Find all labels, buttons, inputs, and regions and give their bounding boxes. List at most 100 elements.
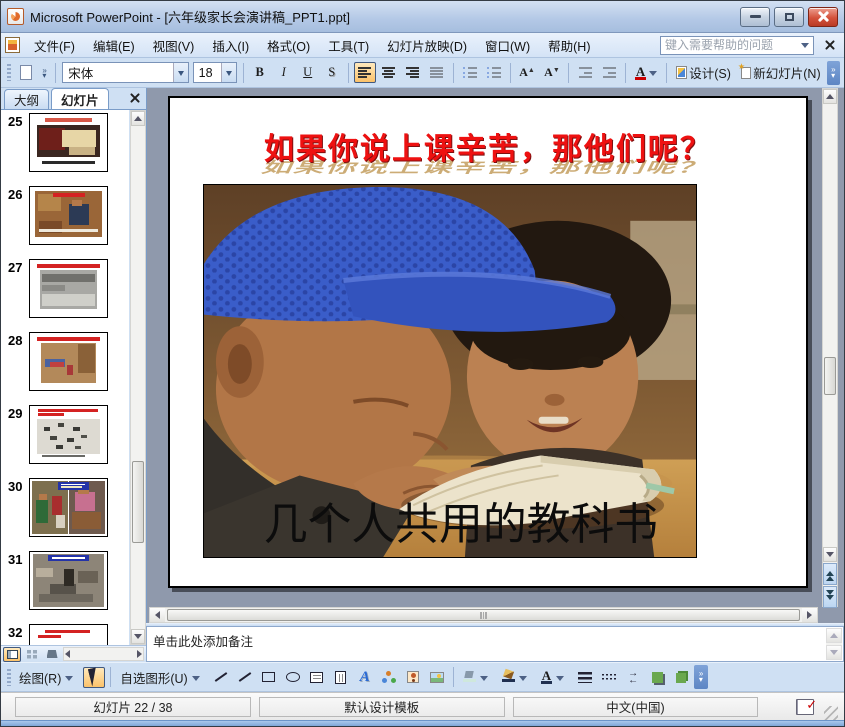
autoshapes-button[interactable]: 自选图形(U) bbox=[116, 667, 207, 688]
menu-edit[interactable]: 编辑(E) bbox=[85, 33, 143, 58]
underline-button[interactable]: U bbox=[297, 62, 319, 83]
slide-thumbnail-31[interactable] bbox=[29, 551, 108, 610]
italic-button[interactable]: I bbox=[273, 62, 295, 83]
justify-button[interactable] bbox=[426, 62, 448, 83]
editor-vertical-scrollbar[interactable] bbox=[822, 88, 838, 608]
select-objects-button[interactable] bbox=[83, 666, 106, 688]
notes-placeholder-text[interactable]: 单击此处添加备注 bbox=[153, 631, 253, 650]
decrease-font-button[interactable]: A▼ bbox=[540, 62, 563, 83]
scroll-down-button[interactable] bbox=[131, 629, 145, 644]
shadow-style-button[interactable] bbox=[646, 667, 668, 688]
menu-help[interactable]: 帮助(H) bbox=[540, 33, 598, 58]
menu-view[interactable]: 视图(V) bbox=[145, 33, 203, 58]
menu-insert[interactable]: 插入(I) bbox=[204, 33, 257, 58]
toolbar-overflow-button[interactable]: » ▾ bbox=[39, 66, 50, 79]
dash-style-button[interactable] bbox=[598, 667, 620, 688]
new-slide-button[interactable]: 新幻灯片(N) bbox=[737, 62, 825, 83]
chevron-down-icon[interactable] bbox=[479, 676, 488, 685]
slide-photo[interactable]: 几个人共用的教科书 bbox=[203, 184, 697, 558]
arrow-style-button[interactable]: → ← bbox=[622, 667, 644, 688]
new-presentation-button[interactable] bbox=[15, 62, 37, 83]
line-style-button[interactable] bbox=[574, 667, 596, 688]
align-center-button[interactable] bbox=[378, 62, 400, 83]
toolbar-grip[interactable] bbox=[7, 64, 11, 81]
scroll-left-button[interactable] bbox=[150, 608, 165, 622]
toolbar-grip[interactable] bbox=[7, 668, 11, 686]
font-color-button[interactable]: A bbox=[631, 62, 660, 83]
thumbnail-scrollbar[interactable] bbox=[130, 110, 146, 645]
chevron-down-icon[interactable] bbox=[518, 676, 527, 685]
chevron-down-icon[interactable] bbox=[172, 63, 188, 82]
minimize-button[interactable] bbox=[740, 6, 770, 27]
chevron-down-icon[interactable] bbox=[801, 42, 809, 52]
scroll-up-button[interactable] bbox=[823, 89, 837, 104]
panel-close-button[interactable] bbox=[127, 90, 144, 107]
toolbar-options-button[interactable]: » ▾ bbox=[826, 60, 840, 85]
insert-picture-button[interactable] bbox=[426, 667, 448, 688]
chevron-down-icon[interactable] bbox=[220, 63, 236, 82]
menu-window[interactable]: 窗口(W) bbox=[477, 33, 538, 58]
decrease-indent-button[interactable] bbox=[574, 62, 596, 83]
help-search-input[interactable] bbox=[661, 36, 799, 54]
notes-pane[interactable]: 单击此处添加备注 bbox=[146, 626, 844, 662]
slide-title-textbox[interactable]: 如果你说上课辛苦，那他们呢？ 如果你说上课辛苦，那他们呢？ bbox=[170, 124, 806, 176]
previous-slide-button[interactable] bbox=[823, 563, 837, 585]
line-tool-button[interactable] bbox=[210, 667, 232, 688]
text-shadow-button[interactable]: S bbox=[321, 62, 343, 83]
line-color-button[interactable] bbox=[498, 667, 535, 688]
restore-button[interactable] bbox=[774, 6, 804, 27]
bold-button[interactable]: B bbox=[249, 62, 271, 83]
scrollbar-thumb[interactable] bbox=[132, 461, 144, 543]
document-close-button[interactable] bbox=[820, 35, 840, 55]
oval-tool-button[interactable] bbox=[282, 667, 304, 688]
panel-horizontal-scrollbar[interactable] bbox=[63, 647, 144, 661]
tab-outline[interactable]: 大纲 bbox=[4, 89, 50, 109]
tab-slides[interactable]: 幻灯片 bbox=[51, 88, 109, 109]
align-right-button[interactable] bbox=[402, 62, 424, 83]
numbering-button[interactable] bbox=[459, 62, 481, 83]
slide-design-button[interactable]: 设计(S) bbox=[672, 62, 735, 83]
font-name-select[interactable]: 宋体 bbox=[62, 62, 189, 83]
resize-grip[interactable] bbox=[824, 706, 839, 720]
fill-color-button[interactable] bbox=[459, 667, 496, 688]
chevron-down-icon[interactable] bbox=[556, 676, 565, 685]
scrollbar-thumb[interactable] bbox=[167, 609, 800, 621]
editor-horizontal-scrollbar[interactable] bbox=[149, 607, 818, 623]
diagram-button[interactable] bbox=[378, 667, 400, 688]
textbox-tool-button[interactable] bbox=[306, 667, 328, 688]
wordart-button[interactable]: A bbox=[354, 667, 376, 688]
rectangle-tool-button[interactable] bbox=[258, 667, 280, 688]
menu-format[interactable]: 格式(O) bbox=[259, 33, 318, 58]
slide-thumbnail-30[interactable] bbox=[29, 478, 108, 537]
vertical-textbox-button[interactable] bbox=[330, 667, 352, 688]
3d-style-button[interactable] bbox=[670, 667, 692, 688]
menu-slideshow[interactable]: 幻灯片放映(D) bbox=[379, 33, 475, 58]
draw-menu-button[interactable]: 绘图(R) bbox=[15, 667, 81, 688]
increase-indent-button[interactable] bbox=[598, 62, 620, 83]
scroll-up-button[interactable] bbox=[131, 111, 145, 126]
close-button[interactable] bbox=[808, 6, 838, 27]
toolbar-options-button[interactable]: » ▾ bbox=[694, 665, 709, 689]
slide-thumbnail-32[interactable] bbox=[29, 624, 108, 645]
slide-canvas[interactable]: 如果你说上课辛苦，那他们呢？ 如果你说上课辛苦，那他们呢？ 几个人共用的教科书 bbox=[168, 96, 808, 588]
font-color-button[interactable]: A bbox=[537, 667, 572, 688]
slideshow-view-button[interactable] bbox=[43, 647, 61, 662]
slide-thumbnail-25[interactable] bbox=[29, 113, 108, 172]
scroll-up-button[interactable] bbox=[826, 628, 842, 643]
slide-thumbnail-27[interactable] bbox=[29, 259, 108, 318]
next-slide-button[interactable] bbox=[823, 586, 837, 608]
slide-thumbnail-26[interactable] bbox=[29, 186, 108, 245]
titlebar[interactable]: Microsoft PowerPoint - [六年级家长会演讲稿_PPT1.p… bbox=[1, 1, 844, 33]
slide-editor[interactable]: 如果你说上课辛苦，那他们呢？ 如果你说上课辛苦，那他们呢？ 几个人共用的教科书 bbox=[146, 88, 844, 623]
scroll-down-button[interactable] bbox=[826, 645, 842, 660]
increase-font-button[interactable]: A▲ bbox=[516, 62, 539, 83]
font-size-select[interactable]: 18 bbox=[192, 62, 237, 83]
normal-view-button[interactable] bbox=[3, 646, 21, 662]
menu-file[interactable]: 文件(F) bbox=[26, 33, 83, 58]
scrollbar-thumb[interactable] bbox=[824, 357, 836, 395]
slide-thumbnail-28[interactable] bbox=[29, 332, 108, 391]
photo-caption[interactable]: 几个人共用的教科书 bbox=[264, 501, 658, 549]
bullets-button[interactable] bbox=[483, 62, 505, 83]
scroll-down-button[interactable] bbox=[823, 547, 837, 562]
slide-sorter-view-button[interactable] bbox=[23, 647, 41, 662]
